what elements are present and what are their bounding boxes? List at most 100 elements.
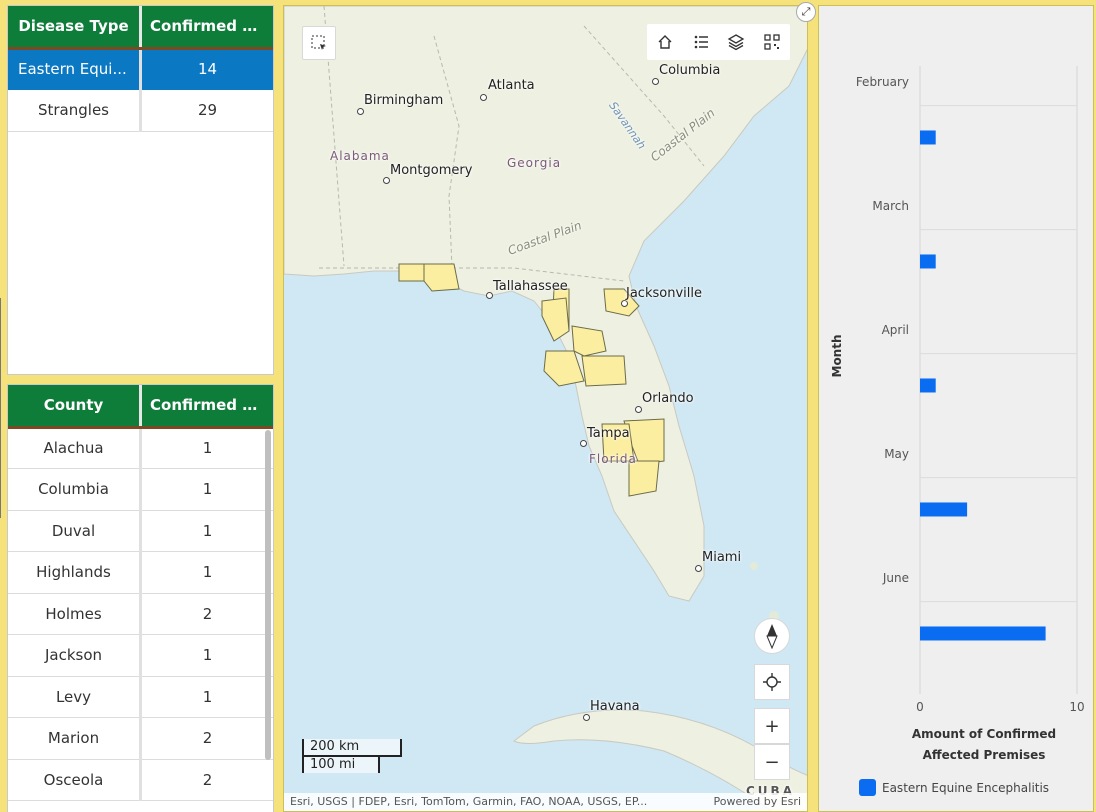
count-cell[interactable]: 2 <box>140 593 273 635</box>
count-cell[interactable]: 1 <box>140 510 273 552</box>
bar-april <box>920 378 936 393</box>
basemap <box>284 6 807 811</box>
county-cell[interactable]: Marion <box>8 717 142 760</box>
bar-may <box>920 502 968 517</box>
plus-icon: + <box>764 715 780 737</box>
table-row[interactable]: Levy 1 <box>8 676 273 718</box>
county-cell[interactable]: Highlands <box>8 551 142 594</box>
city-dot-tallahassee <box>486 292 493 299</box>
disease-type-cell[interactable]: Strangles <box>8 89 142 132</box>
city-label-columbia: Columbia <box>659 63 721 78</box>
county-cell[interactable]: Osceola <box>8 759 142 801</box>
county-marion <box>571 325 607 357</box>
state-label-florida: Florida <box>589 452 637 466</box>
bar-june <box>920 626 1046 641</box>
city-dot-atlanta <box>480 94 487 101</box>
x-axis-label-line-2: Affected Premises <box>923 748 1046 762</box>
bars <box>920 130 1046 641</box>
header-disease-type[interactable]: Disease Type <box>8 6 142 50</box>
city-dot-columbia <box>652 78 659 85</box>
layers-button[interactable] <box>724 30 748 54</box>
chart-canvas: February March April May June 0 10 Month Amou… <box>830 66 1085 762</box>
table-row[interactable]: Alachua 1 <box>8 427 273 469</box>
zoom-out-button[interactable]: − <box>754 744 790 780</box>
table-row[interactable]: Highlands 1 <box>8 551 273 594</box>
table-row[interactable]: Columbia 1 <box>8 468 273 511</box>
map-toolbar <box>647 24 790 60</box>
city-label-tallahassee: Tallahassee <box>493 279 568 294</box>
attribution-text[interactable]: Esri, USGS | FDEP, Esri, TomTom, Garmin,… <box>290 795 647 809</box>
scale-mi: 100 mi <box>302 755 380 773</box>
count-cell[interactable]: 2 <box>140 759 273 801</box>
expand-icon: ⤢ <box>801 5 811 18</box>
qr-code-icon <box>764 34 780 50</box>
table-row[interactable]: Eastern Equi... 14 <box>8 48 273 91</box>
city-label-birmingham: Birmingham <box>364 93 444 108</box>
zoom-in-button[interactable]: + <box>754 708 790 744</box>
city-dot-havana <box>583 714 590 721</box>
city-label-atlanta: Atlanta <box>488 78 535 93</box>
count-cell[interactable]: 2 <box>140 717 273 760</box>
county-cell[interactable]: Columbia <box>8 468 142 511</box>
table-scrollbar[interactable] <box>265 430 271 760</box>
locate-crosshair-icon <box>763 673 781 691</box>
category-label-april: April <box>882 323 909 337</box>
table-row[interactable]: Duval 1 <box>8 510 273 552</box>
header-confirmed-affected[interactable]: Confirmed A... <box>140 6 273 50</box>
table-row[interactable]: Marion 2 <box>8 717 273 760</box>
table-row[interactable]: Osceola 2 <box>8 759 273 801</box>
category-label-february: February <box>856 75 909 89</box>
category-label-march: March <box>872 199 909 213</box>
county-cell[interactable]: Jackson <box>8 634 142 677</box>
state-label-georgia: Georgia <box>507 156 562 170</box>
scale-bar: 200 km 100 mi <box>302 739 402 773</box>
city-label-tampa: Tampa <box>587 426 630 441</box>
panel-divider <box>0 298 1 518</box>
confirmed-count-cell[interactable]: 29 <box>140 89 273 132</box>
legend-list-icon <box>694 35 708 49</box>
compass-button[interactable] <box>754 618 790 654</box>
county-cell[interactable]: Alachua <box>8 427 142 469</box>
city-dot-birmingham <box>357 108 364 115</box>
bar-march <box>920 254 936 269</box>
confirmed-count-cell[interactable]: 14 <box>140 48 273 91</box>
legend-button[interactable] <box>689 30 713 54</box>
qr-code-button[interactable] <box>760 30 784 54</box>
category-label-may: May <box>884 447 909 461</box>
expand-button[interactable]: ⤢ <box>796 2 816 22</box>
count-cell[interactable]: 1 <box>140 551 273 594</box>
count-cell[interactable]: 1 <box>140 468 273 511</box>
header-county[interactable]: County <box>8 385 142 429</box>
locate-button[interactable] <box>754 664 790 700</box>
home-button[interactable] <box>653 30 677 54</box>
header-confirmed-affected[interactable]: Confirmed A... <box>140 385 273 429</box>
county-marion-south <box>581 355 627 387</box>
county-cell[interactable]: Levy <box>8 676 142 718</box>
category-labels: February March April May June <box>856 75 909 585</box>
county-cell[interactable]: Duval <box>8 510 142 552</box>
home-icon <box>658 35 672 49</box>
disease-type-cell[interactable]: Eastern Equi... <box>8 48 142 91</box>
table-row[interactable]: Jackson 1 <box>8 634 273 677</box>
powered-by-esri[interactable]: Powered by Esri <box>713 795 801 809</box>
bar-february <box>920 130 936 145</box>
table-row[interactable]: Strangles 29 <box>8 89 273 132</box>
x-axis-label-line-1: Amount of Confirmed <box>912 727 1056 741</box>
category-label-june: June <box>882 571 909 585</box>
county-cell[interactable]: Holmes <box>8 593 142 635</box>
count-cell[interactable]: 1 <box>140 676 273 718</box>
count-cell[interactable]: 1 <box>140 427 273 469</box>
county-table: County Confirmed A... Alachua 1 Columbia 1… <box>7 384 274 812</box>
chart-legend[interactable]: Eastern Equine Encephalitis <box>859 779 1049 796</box>
table-row[interactable]: Holmes 2 <box>8 593 273 635</box>
map-view[interactable]: Atlanta Columbia Birmingham Montgomery T… <box>283 5 808 812</box>
gridlines <box>919 66 1078 694</box>
count-cell[interactable]: 1 <box>140 634 273 677</box>
select-tool-button[interactable] <box>302 26 336 60</box>
y-axis-label: Month <box>830 334 844 377</box>
county-holmes <box>398 263 425 282</box>
legend-swatch <box>859 779 876 796</box>
city-label-havana: Havana <box>590 699 640 714</box>
select-region-icon <box>311 35 326 50</box>
x-tick-labels: 0 10 <box>916 700 1084 714</box>
